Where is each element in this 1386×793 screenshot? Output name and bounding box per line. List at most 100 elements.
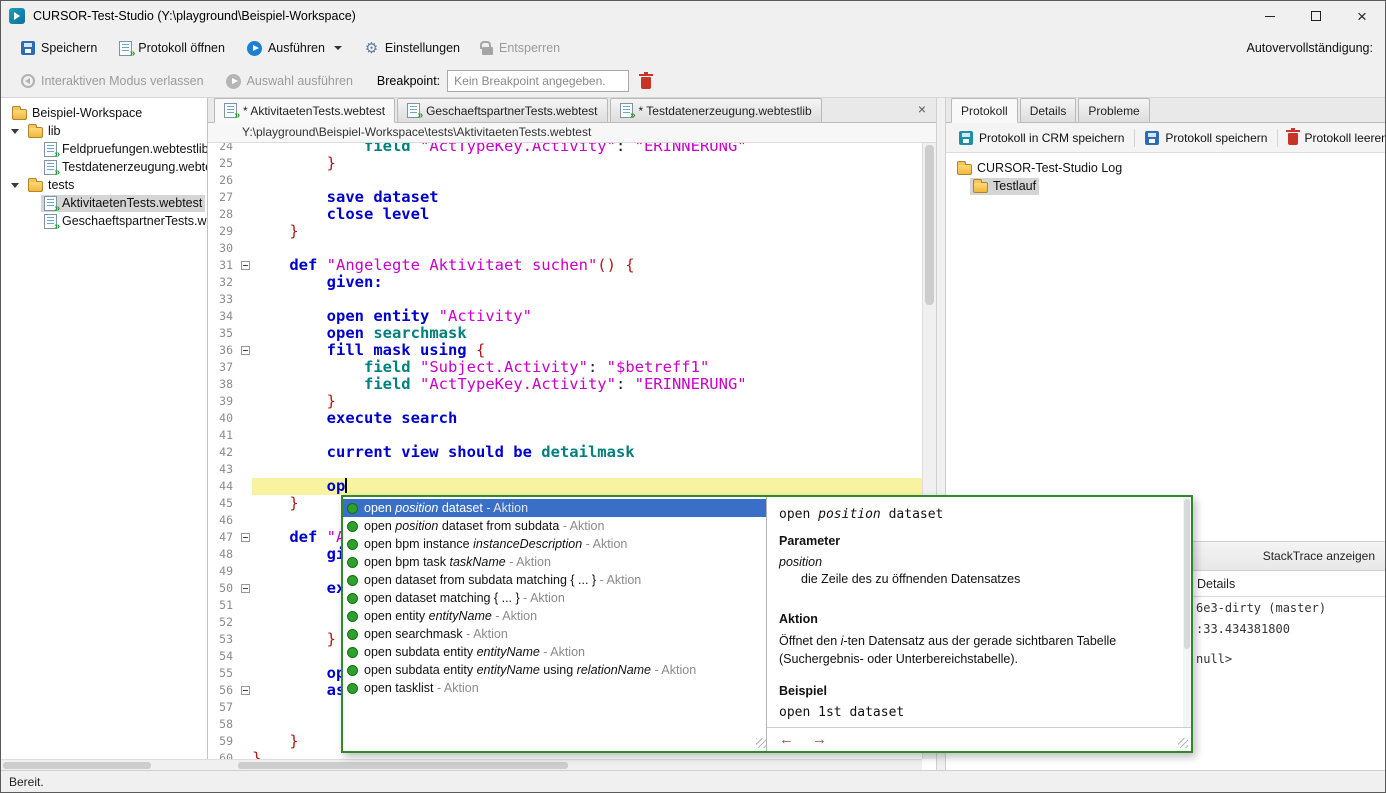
autocomplete-item[interactable]: open bpm instance instanceDescription - … xyxy=(343,535,766,553)
maximize-button[interactable] xyxy=(1293,1,1339,31)
fold-marker-icon[interactable] xyxy=(241,261,250,270)
code-text[interactable] xyxy=(252,172,922,189)
autocomplete-item[interactable]: open tasklist - Aktion xyxy=(343,679,766,697)
code-text[interactable]: op xyxy=(252,478,922,495)
doc-forward-icon[interactable]: → xyxy=(812,732,827,747)
doc-back-icon[interactable]: ← xyxy=(779,732,794,747)
expand-arrow-icon[interactable] xyxy=(11,183,19,188)
code-line-31[interactable]: 31 def "Angelegte Aktivitaet suchen"() { xyxy=(208,257,922,274)
sidebar-horizontal-scrollbar[interactable] xyxy=(1,759,208,770)
code-text[interactable] xyxy=(252,240,922,257)
code-text[interactable]: save dataset xyxy=(252,189,922,206)
code-text[interactable] xyxy=(252,461,922,478)
autocomplete-item[interactable]: open position dataset from subdata - Akt… xyxy=(343,517,766,535)
code-line-42[interactable]: 42 current view should be detailmask xyxy=(208,444,922,461)
tree-item-lib[interactable]: lib xyxy=(25,123,64,140)
protokoll-oeffnen-button[interactable]: »Protokoll öffnen xyxy=(111,37,233,60)
tree-item-beispiel-workspace[interactable]: Beispiel-Workspace xyxy=(9,105,145,122)
code-line-30[interactable]: 30 xyxy=(208,240,922,257)
scrollbar-thumb[interactable] xyxy=(925,145,934,305)
doc-scrollbar[interactable] xyxy=(1183,497,1191,727)
code-line-27[interactable]: 27 save dataset xyxy=(208,189,922,206)
breakpoint-input[interactable] xyxy=(447,70,629,92)
resize-grip-icon[interactable] xyxy=(756,738,766,748)
code-line-43[interactable]: 43 xyxy=(208,461,922,478)
autocomplete-item[interactable]: open bpm task taskName - Aktion xyxy=(343,553,766,571)
tree-item-cursor-test-studio-log[interactable]: CURSOR-Test-Studio Log xyxy=(954,160,1125,177)
autocomplete-item[interactable]: open dataset matching { ... } - Aktion xyxy=(343,589,766,607)
code-line-33[interactable]: 33 xyxy=(208,291,922,308)
tab-probleme[interactable]: Probleme xyxy=(1078,98,1149,122)
code-text[interactable]: fill mask using { xyxy=(252,342,922,359)
tab-close-icon[interactable]: × xyxy=(918,102,926,116)
fold-marker-icon[interactable] xyxy=(241,533,250,542)
code-line-26[interactable]: 26 xyxy=(208,172,922,189)
tree-item-aktivitaetentests-webtest[interactable]: »AktivitaetenTests.webtest xyxy=(41,195,205,212)
code-line-37[interactable]: 37 field "Subject.Activity": "$betreff1" xyxy=(208,359,922,376)
minimize-button[interactable] xyxy=(1247,1,1293,31)
code-line-36[interactable]: 36 fill mask using { xyxy=(208,342,922,359)
expand-arrow-icon[interactable] xyxy=(11,129,19,134)
code-line-41[interactable]: 41 xyxy=(208,427,922,444)
resize-grip-icon[interactable] xyxy=(1178,738,1188,748)
code-text[interactable]: given: xyxy=(252,274,922,291)
code-line-39[interactable]: 39 } xyxy=(208,393,922,410)
code-line-25[interactable]: 25 } xyxy=(208,155,922,172)
code-line-29[interactable]: 29 } xyxy=(208,223,922,240)
fold-marker-icon[interactable] xyxy=(241,584,250,593)
fold-marker-icon[interactable] xyxy=(241,346,250,355)
scrollbar-thumb[interactable] xyxy=(1184,499,1190,649)
einstellungen-button[interactable]: ⚙Einstellungen xyxy=(356,37,468,60)
editor-tab-geschaeftspartnertests-webtest[interactable]: »GeschaeftspartnerTests.webtest xyxy=(397,98,607,122)
code-text[interactable]: open entity "Activity" xyxy=(252,308,922,325)
code-line-40[interactable]: 40 execute search xyxy=(208,410,922,427)
stacktrace-toggle[interactable]: StackTrace anzeigen xyxy=(1263,549,1375,563)
editor-tab-testdatenerzeugung-webtestlib[interactable]: »* Testdatenerzeugung.webtestlib xyxy=(610,98,822,122)
tree-item-tests[interactable]: tests xyxy=(25,177,77,194)
speichern-button[interactable]: Speichern xyxy=(13,37,105,59)
tree-item-feldpruefungen-webtestlib[interactable]: »Feldpruefungen.webtestlib xyxy=(41,141,208,158)
editor-horizontal-scrollbar[interactable] xyxy=(208,759,922,770)
code-text[interactable]: def "Angelegte Aktivitaet suchen"() { xyxy=(252,257,922,274)
protokoll-speichern-button[interactable]: Protokoll speichern xyxy=(1138,128,1274,148)
chevron-down-icon[interactable] xyxy=(334,46,342,50)
code-text[interactable]: field "Subject.Activity": "$betreff1" xyxy=(252,359,922,376)
tree-item-geschaeftspartnertests-webtest[interactable]: »GeschaeftspartnerTests.webtest xyxy=(41,213,208,230)
code-line-44[interactable]: 44 op xyxy=(208,478,922,495)
scrollbar-thumb[interactable] xyxy=(238,762,568,769)
code-text[interactable]: } xyxy=(252,155,922,172)
code-text[interactable]: } xyxy=(252,393,922,410)
tree-item-testdatenerzeugung-webtestlib[interactable]: »Testdatenerzeugung.webtestlib xyxy=(41,159,208,176)
fold-marker-icon[interactable] xyxy=(241,686,250,695)
autocomplete-item[interactable]: open subdata entity entityName - Aktion xyxy=(343,643,766,661)
close-button[interactable]: × xyxy=(1339,1,1385,31)
code-line-28[interactable]: 28 close level xyxy=(208,206,922,223)
scrollbar-thumb[interactable] xyxy=(3,762,151,769)
code-line-38[interactable]: 38 field "ActTypeKey.Activity": "ERINNER… xyxy=(208,376,922,393)
autocomplete-item[interactable]: open subdata entity entityName using rel… xyxy=(343,661,766,679)
code-text[interactable]: } xyxy=(252,223,922,240)
code-text[interactable]: field "ActTypeKey.Activity": "ERINNERUNG… xyxy=(252,143,922,155)
code-text[interactable] xyxy=(252,427,922,444)
autocomplete-item[interactable]: open position dataset - Aktion xyxy=(343,499,766,517)
autocomplete-item[interactable]: open dataset from subdata matching { ...… xyxy=(343,571,766,589)
autocomplete-item[interactable]: open searchmask - Aktion xyxy=(343,625,766,643)
editor-tab-aktivitaetentests-webtest[interactable]: »* AktivitaetenTests.webtest xyxy=(214,98,395,123)
code-line-32[interactable]: 32 given: xyxy=(208,274,922,291)
code-text[interactable]: field "ActTypeKey.Activity": "ERINNERUNG… xyxy=(252,376,922,393)
code-text[interactable]: current view should be detailmask xyxy=(252,444,922,461)
delete-breakpoint-button[interactable] xyxy=(639,72,653,91)
protokoll-leeren-button[interactable]: Protokoll leeren xyxy=(1281,127,1386,148)
code-text[interactable]: close level xyxy=(252,206,922,223)
code-line-35[interactable]: 35 open searchmask xyxy=(208,325,922,342)
tree-item-testlauf[interactable]: Testlauf xyxy=(970,178,1039,195)
code-text[interactable]: open searchmask xyxy=(252,325,922,342)
code-text[interactable]: execute search xyxy=(252,410,922,427)
code-line-34[interactable]: 34 open entity "Activity" xyxy=(208,308,922,325)
code-text[interactable] xyxy=(252,291,922,308)
autocomplete-item[interactable]: open entity entityName - Aktion xyxy=(343,607,766,625)
tab-protokoll[interactable]: Protokoll xyxy=(951,98,1018,123)
ausfuehren-button[interactable]: Ausführen xyxy=(239,37,350,60)
protokoll-in-crm-speichern-button[interactable]: Protokoll in CRM speichern xyxy=(952,128,1131,148)
tab-details[interactable]: Details xyxy=(1020,98,1077,122)
